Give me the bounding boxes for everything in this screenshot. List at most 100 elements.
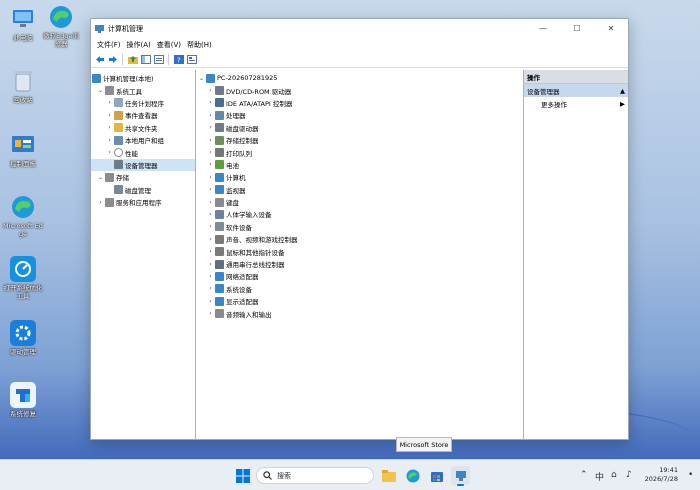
- expand-chevron-icon[interactable]: ›: [206, 161, 215, 168]
- desktop-icon-this-pc[interactable]: 此电脑: [3, 6, 43, 42]
- device-category-item[interactable]: › 处理器: [196, 109, 523, 121]
- device-tree-root[interactable]: ⌄ PC-202607281925: [196, 72, 523, 84]
- expand-chevron-icon[interactable]: ›: [206, 236, 215, 243]
- desktop-icon-recycle-bin[interactable]: 回收站: [3, 68, 43, 104]
- device-category-item[interactable]: › 声音、视频和游戏控制器: [196, 233, 523, 245]
- expand-chevron-icon[interactable]: ›: [206, 310, 215, 317]
- expand-chevron-icon[interactable]: ›: [96, 199, 105, 206]
- back-button[interactable]: [94, 54, 105, 65]
- maximize-button[interactable]: ☐: [560, 19, 594, 38]
- device-category-item[interactable]: › 监视器: [196, 184, 523, 196]
- expand-chevron-icon[interactable]: ›: [105, 137, 114, 144]
- device-category-item[interactable]: › 电池: [196, 159, 523, 171]
- device-category-item[interactable]: › 通用串行总线控制器: [196, 258, 523, 270]
- taskbar-file-explorer[interactable]: [379, 466, 398, 485]
- network-icon[interactable]: ⌂: [611, 470, 617, 480]
- title-bar[interactable]: 计算机管理 — ☐ ✕: [91, 19, 628, 38]
- device-category-item[interactable]: › 网络适配器: [196, 270, 523, 282]
- more-actions-item[interactable]: 更多操作 ▶: [524, 97, 628, 110]
- collapse-chevron-icon[interactable]: ⌄: [96, 174, 105, 181]
- expand-chevron-icon[interactable]: ›: [206, 186, 215, 193]
- expand-chevron-icon[interactable]: ›: [105, 149, 114, 156]
- ime-indicator[interactable]: 中: [595, 470, 604, 483]
- taskbar-search[interactable]: 搜索: [256, 467, 374, 484]
- menu-file[interactable]: 文件(F): [94, 40, 124, 50]
- expand-chevron-icon[interactable]: ›: [206, 261, 215, 268]
- taskbar-edge[interactable]: [403, 466, 422, 485]
- help-button[interactable]: ?: [173, 54, 184, 65]
- expand-chevron-icon[interactable]: ›: [206, 199, 215, 206]
- device-category-item[interactable]: › 计算机: [196, 171, 523, 183]
- tray-chevron-icon[interactable]: ⌃: [580, 470, 588, 480]
- expand-chevron-icon[interactable]: ›: [206, 211, 215, 218]
- desktop-icon-system-repair[interactable]: 系统修复: [3, 382, 43, 418]
- expand-chevron-icon[interactable]: ›: [206, 223, 215, 230]
- volume-icon[interactable]: ♪: [626, 470, 632, 480]
- minimize-button[interactable]: —: [526, 19, 560, 38]
- tree-item-local-users[interactable]: › 本地用户和组: [91, 134, 195, 146]
- menu-action[interactable]: 操作(A): [124, 40, 154, 50]
- expand-chevron-icon[interactable]: ›: [105, 112, 114, 119]
- show-hide-tree-button[interactable]: [140, 54, 151, 65]
- close-button[interactable]: ✕: [594, 19, 628, 38]
- tree-item-disk-management[interactable]: 磁盘管理: [91, 184, 195, 196]
- collapse-chevron-icon[interactable]: ⌄: [96, 87, 105, 94]
- device-category-item[interactable]: › DVD/CD-ROM 驱动器: [196, 84, 523, 96]
- taskbar-computer-management[interactable]: [451, 466, 470, 486]
- menu-help[interactable]: 帮助(H): [184, 40, 215, 50]
- desktop-icon-optimizer[interactable]: 打开系统优化工具: [3, 256, 43, 300]
- expand-chevron-icon[interactable]: ›: [206, 248, 215, 255]
- expand-chevron-icon[interactable]: ›: [105, 124, 114, 131]
- desktop-icon-driver-manager[interactable]: 驱动管理: [3, 320, 43, 356]
- device-category-item[interactable]: › 软件设备: [196, 221, 523, 233]
- device-category-item[interactable]: › 人体学输入设备: [196, 208, 523, 220]
- collapse-chevron-icon[interactable]: ⌄: [197, 75, 206, 82]
- expand-chevron-icon[interactable]: ›: [206, 137, 215, 144]
- properties-button[interactable]: [186, 54, 197, 65]
- device-category-item[interactable]: › 键盘: [196, 196, 523, 208]
- expand-chevron-icon[interactable]: ›: [206, 124, 215, 131]
- tree-item-shared-folders[interactable]: › 共享文件夹: [91, 122, 195, 134]
- tree-item-services-apps[interactable]: › 服务和应用程序: [91, 196, 195, 208]
- collapse-triangle-icon[interactable]: ▲: [620, 87, 625, 95]
- device-category-item[interactable]: › 系统设备: [196, 283, 523, 295]
- tree-item-event-viewer[interactable]: › 事件查看器: [91, 109, 195, 121]
- tree-item-task-scheduler[interactable]: › 任务计划程序: [91, 97, 195, 109]
- device-category-item[interactable]: › 存储控制器: [196, 134, 523, 146]
- device-category-icon: [215, 110, 224, 120]
- expand-chevron-icon[interactable]: ›: [206, 174, 215, 181]
- tree-item-storage[interactable]: ⌄ 存储: [91, 171, 195, 183]
- actions-section-device-manager[interactable]: 设备管理器 ▲: [524, 84, 628, 97]
- device-category-item[interactable]: › 鼠标和其他指针设备: [196, 245, 523, 257]
- device-category-item[interactable]: › 打印队列: [196, 146, 523, 158]
- expand-chevron-icon[interactable]: ›: [206, 298, 215, 305]
- desktop-icon-microsoft-edge[interactable]: Microsoft Edge: [3, 194, 43, 238]
- notification-bell-icon[interactable]: •: [688, 470, 693, 480]
- expand-chevron-icon[interactable]: ›: [105, 99, 114, 106]
- device-category-item[interactable]: › IDE ATA/ATAPI 控制器: [196, 97, 523, 109]
- taskbar-microsoft-store[interactable]: [427, 466, 446, 485]
- up-level-button[interactable]: [127, 54, 138, 65]
- taskbar-clock[interactable]: 19:41 2026/7/28: [645, 466, 678, 484]
- desktop-icon-edge-browser[interactable]: 微软Edge浏览器: [41, 4, 81, 48]
- clock-time: 19:41: [659, 466, 678, 474]
- expand-chevron-icon[interactable]: ›: [206, 112, 215, 119]
- tree-root[interactable]: 计算机管理(本地): [91, 72, 195, 84]
- expand-chevron-icon[interactable]: ›: [206, 273, 215, 280]
- menu-view[interactable]: 查看(V): [154, 40, 184, 50]
- device-category-item[interactable]: › 音频输入和输出: [196, 307, 523, 319]
- export-list-button[interactable]: [153, 54, 164, 65]
- start-button[interactable]: [233, 466, 252, 485]
- expand-chevron-icon[interactable]: ›: [206, 87, 215, 94]
- tree-item-performance[interactable]: › 性能: [91, 146, 195, 158]
- device-category-item[interactable]: › 磁盘驱动器: [196, 122, 523, 134]
- expand-chevron-icon[interactable]: ›: [206, 285, 215, 292]
- expand-chevron-icon[interactable]: ›: [206, 149, 215, 156]
- tree-item-device-manager[interactable]: 设备管理器: [91, 158, 195, 172]
- device-category-item[interactable]: › 显示适配器: [196, 295, 523, 307]
- desktop-icon-control-panel[interactable]: 控制面板: [3, 132, 43, 168]
- forward-button[interactable]: [107, 54, 118, 65]
- expand-chevron-icon[interactable]: ›: [206, 99, 215, 106]
- tree-item-system-tools[interactable]: ⌄ 系统工具: [91, 84, 195, 96]
- window-title: 计算机管理: [108, 24, 143, 33]
